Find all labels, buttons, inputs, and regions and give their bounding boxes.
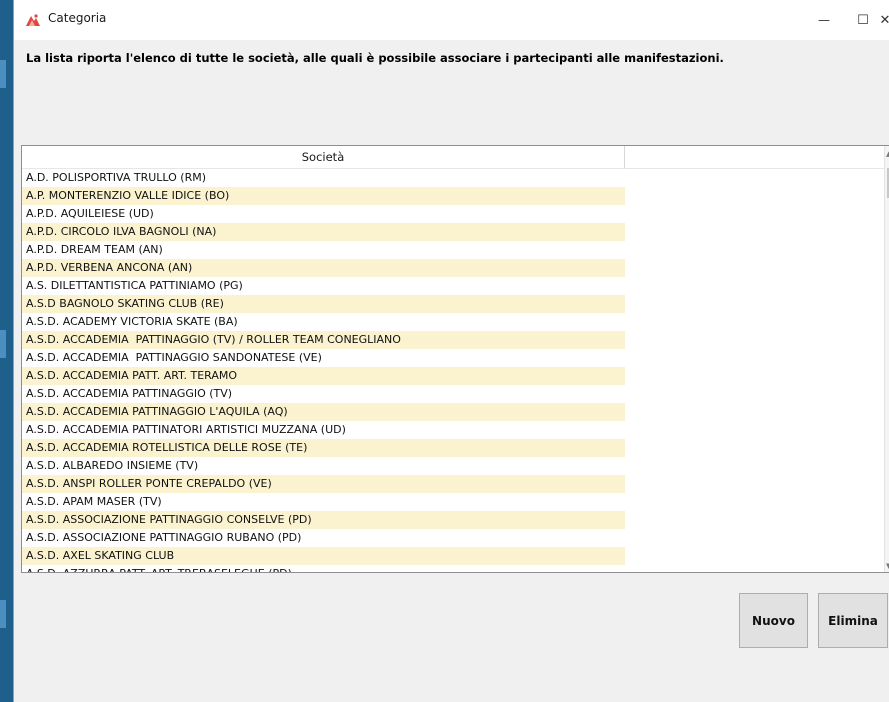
table-row[interactable]: A.S.D. AZZURRA PATT. ART. TREBASELEGHE (… [22,565,625,572]
table-row[interactable]: A.P.D. VERBENA ANCONA (AN) [22,259,625,277]
table-row[interactable]: A.P.D. CIRCOLO ILVA BAGNOLI (NA) [22,223,625,241]
table-body: A.D. POLISPORTIVA TRULLO (RM) A.P. MONTER… [22,169,625,572]
vertical-scrollbar[interactable]: ▲ ▼ [884,146,889,572]
table-row[interactable]: A.S.D. ACCADEMIA PATTINAGGIO (TV) [22,385,625,403]
desktop-background [0,0,13,702]
table-row[interactable]: A.P.D. DREAM TEAM (AN) [22,241,625,259]
table-row[interactable]: A.S.D. ANSPI ROLLER PONTE CREPALDO (VE) [22,475,625,493]
table-row[interactable]: A.P. MONTERENZIO VALLE IDICE (BO) [22,187,625,205]
table-row[interactable]: A.S.D BAGNOLO SKATING CLUB (RE) [22,295,625,313]
minimize-icon: — [818,13,830,27]
app-logo-icon [26,14,40,26]
table-row[interactable]: A.S.D. AXEL SKATING CLUB [22,547,625,565]
close-button[interactable]: ✕ [870,0,889,40]
maximize-icon: ☐ [857,12,869,28]
desktop-edge-mark [0,60,6,88]
new-button[interactable]: Nuovo [739,593,808,648]
title-bar[interactable]: Categoria — ☐ ✕ [14,0,889,40]
table-row[interactable]: A.S.D. APAM MASER (TV) [22,493,625,511]
table-row[interactable]: A.S.D. ASSOCIAZIONE PATTINAGGIO CONSELVE… [22,511,625,529]
column-header-societa[interactable]: Società [22,146,625,169]
table-row[interactable]: A.S.D. ACADEMY VICTORIA SKATE (BA) [22,313,625,331]
table-row[interactable]: A.S.D. ALBAREDO INSIEME (TV) [22,457,625,475]
table-row[interactable]: A.S. DILETTANTISTICA PATTINIAMO (PG) [22,277,625,295]
societa-table[interactable]: Società A.D. POLISPORTIVA TRULLO (RM) A.P… [21,145,889,573]
column-header-empty [625,146,887,169]
table-row[interactable]: A.S.D. ACCADEMIA PATTINAGGIO L'AQUILA (A… [22,403,625,421]
delete-button[interactable]: Elimina [818,593,888,648]
desktop-edge-mark [0,330,6,358]
table-row[interactable]: A.S.D. ACCADEMIA ROTELLISTICA DELLE ROSE… [22,439,625,457]
table-row[interactable]: A.S.D. ACCADEMIA PATTINAGGIO SANDONATESE… [22,349,625,367]
description-text: La lista riporta l'elenco di tutte le so… [26,51,724,65]
table-row[interactable]: A.S.D. ACCADEMIA PATTINAGGIO (TV) / ROLL… [22,331,625,349]
categoria-window: Categoria — ☐ ✕ La lista riporta l'elenc… [13,0,889,702]
desktop-edge-mark [0,600,6,628]
table-row[interactable]: A.D. POLISPORTIVA TRULLO (RM) [22,169,625,187]
table-row[interactable]: A.S.D. ASSOCIAZIONE PATTINAGGIO RUBANO (… [22,529,625,547]
window-title: Categoria [48,11,107,25]
minimize-button[interactable]: — [804,0,844,40]
close-icon: ✕ [879,12,889,28]
table-row[interactable]: A.S.D. ACCADEMIA PATTINATORI ARTISTICI M… [22,421,625,439]
table-row[interactable]: A.S.D. ACCADEMIA PATT. ART. TERAMO [22,367,625,385]
table-header: Società [22,146,889,169]
table-row[interactable]: A.P.D. AQUILEIESE (UD) [22,205,625,223]
